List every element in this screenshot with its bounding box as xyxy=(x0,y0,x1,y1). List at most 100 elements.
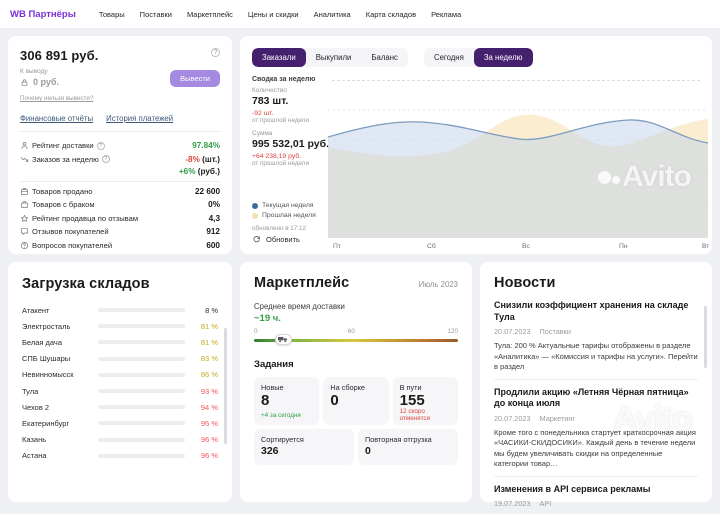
task-card-label: Повторная отгрузка xyxy=(364,435,432,444)
warehouse-load-bar xyxy=(98,421,185,426)
sum-note: от прошлой недели xyxy=(252,160,309,167)
nav-item-0[interactable]: Товары xyxy=(99,10,125,19)
warehouse-load-bar xyxy=(98,405,185,410)
stat-label: Рейтинг доставки xyxy=(32,141,94,151)
package-defect-icon xyxy=(20,200,32,209)
delivery-time-value: ~19 ч. xyxy=(254,313,281,324)
warehouse-row: Невинномысск 86 % xyxy=(22,367,218,383)
tab-period-0[interactable]: Сегодня xyxy=(423,48,474,67)
quantity-delta: -92 шт. xyxy=(252,110,274,117)
warehouse-name: СПБ Шушары xyxy=(22,354,71,364)
withdraw-button[interactable]: Вывести xyxy=(170,70,220,87)
warehouse-load-value: 8 % xyxy=(205,305,218,315)
x-axis-label: Пн xyxy=(619,243,628,250)
stat-label: Вопросов покупателей xyxy=(32,240,113,250)
news-item-title[interactable]: Продлили акцию «Летняя Чёрная пятница» д… xyxy=(494,387,698,410)
balance-link-1[interactable]: История платежей xyxy=(106,114,173,123)
warehouse-load-value: 81 % xyxy=(200,337,218,347)
x-axis-label: Сб xyxy=(427,243,436,250)
summary-title: Сводка за неделю xyxy=(252,76,316,83)
person-icon xyxy=(20,141,32,150)
stat-row-continuation: +6% (руб.) xyxy=(20,166,220,178)
task-card-label: Сортируется xyxy=(261,435,304,444)
warehouse-row: Белая дача 81 % xyxy=(22,334,218,350)
warehouse-load-value: 86 % xyxy=(200,370,218,380)
task-card-note: 12 скоро отменятся xyxy=(399,408,430,422)
to-withdraw-value: 0 руб. xyxy=(33,77,59,87)
task-card-value: 0 xyxy=(330,392,339,409)
stat-row: Заказов за неделю ? -8% (шт.) xyxy=(20,152,220,165)
warehouse-load-value: 81 % xyxy=(200,321,218,331)
news-item: Продлили акцию «Летняя Чёрная пятница» д… xyxy=(494,380,698,477)
tab-period-1[interactable]: За неделю xyxy=(473,48,533,67)
task-card-0: Новые 8 +4 за сегодня xyxy=(254,377,320,425)
warehouse-load-value: 96 % xyxy=(200,451,218,461)
wb-partners-logo[interactable]: WB Партнёры xyxy=(10,9,76,20)
warehouse-name: Чехов 2 xyxy=(22,402,50,412)
news-item-meta: 20.07.2023 Поставки xyxy=(494,327,698,336)
warehouse-load-bar xyxy=(98,356,185,361)
news-item-category: Маркетинг xyxy=(539,413,576,423)
news-item-title[interactable]: Изменения в API сервиса рекламы xyxy=(494,484,698,496)
stat-row: Товаров с браком 0% xyxy=(20,198,220,211)
nav-item-5[interactable]: Карта складов xyxy=(366,10,416,19)
warehouse-row: Чехов 2 94 % xyxy=(22,399,218,415)
star-icon xyxy=(20,214,32,223)
warehouse-name: Атакент xyxy=(22,305,50,315)
delivery-time-label: Среднее время доставки xyxy=(254,302,345,311)
warehouse-load-bar xyxy=(98,340,185,345)
divider xyxy=(20,131,220,132)
period-tabs: Сегодня За неделю xyxy=(423,48,533,67)
warehouse-load-panel: Загрузка складов Атакент 8 % Электростал… xyxy=(8,262,232,502)
updated-timestamp: обновлено в 17:12 xyxy=(252,225,307,232)
balance-panel: 306 891 руб. ? К выводу 0 руб. Почему не… xyxy=(8,36,232,254)
summary-tabs: Заказали Выкупили Баланс xyxy=(252,48,408,67)
warehouse-list: Атакент 8 % Электросталь 81 % Белая дача… xyxy=(22,302,218,464)
gauge-tick-0: 0 xyxy=(254,328,258,335)
warehouse-scrollbar[interactable] xyxy=(224,328,227,444)
balance-total: 306 891 руб. xyxy=(20,48,99,63)
marketplace-panel-title: Маркетплейс xyxy=(254,275,350,291)
tab-баланс[interactable]: Баланс xyxy=(361,48,408,67)
nav-item-6[interactable]: Реклама xyxy=(431,10,461,19)
x-axis-label: Пт xyxy=(333,243,341,250)
help-icon[interactable]: ? xyxy=(101,155,110,164)
warehouse-name: Астана xyxy=(22,451,47,461)
tab-выкупили[interactable]: Выкупили xyxy=(305,48,362,67)
package-sold-icon xyxy=(20,187,32,196)
stat-label: Рейтинг продавца по отзывам xyxy=(32,213,139,223)
warehouse-load-value: 95 % xyxy=(200,418,218,428)
news-scrollbar[interactable] xyxy=(704,306,707,368)
nav-item-1[interactable]: Поставки xyxy=(140,10,172,19)
stats-list: Рейтинг доставки ? 97.84% Заказов за нед… xyxy=(20,139,220,252)
refresh-button[interactable]: Обновить xyxy=(252,235,300,244)
quantity-note: от прошлой недели xyxy=(252,117,309,124)
balance-link-0[interactable]: Финансовые отчёты xyxy=(20,114,93,123)
task-card-value: 326 xyxy=(261,445,279,457)
to-withdraw-label: К выводу xyxy=(20,68,48,75)
warehouse-load-value: 96 % xyxy=(200,435,218,445)
warehouse-load-bar xyxy=(98,372,185,377)
news-panel-title: Новости xyxy=(494,275,556,291)
stat-row: Рейтинг продавца по отзывам 4,3 xyxy=(20,212,220,225)
help-icon[interactable]: ? xyxy=(96,141,105,150)
quantity-label: Количество xyxy=(252,87,287,94)
stat-value: 0% xyxy=(208,200,220,210)
tab-заказали[interactable]: Заказали xyxy=(252,48,306,67)
gauge-tick-60: 60 xyxy=(347,328,355,335)
nav-item-3[interactable]: Цены и скидки xyxy=(248,10,299,19)
legend-dot xyxy=(252,202,258,209)
why-cant-withdraw-link[interactable]: Почему нельзя вывести? xyxy=(20,95,93,102)
dashed-divider xyxy=(332,80,700,81)
stat-value: 4,3 xyxy=(208,213,220,223)
chart-info: Количество 783 шт. -92 шт. от прошлой не… xyxy=(252,87,332,173)
news-item: Снизили коэффициент хранения на складе Т… xyxy=(494,291,698,380)
help-icon[interactable]: ? xyxy=(211,48,220,57)
chat-icon xyxy=(20,227,32,236)
news-panel: Новости Снизили коэффициент хранения на … xyxy=(480,262,712,508)
nav-item-4[interactable]: Аналитика xyxy=(314,10,351,19)
news-item-title[interactable]: Снизили коэффициент хранения на складе Т… xyxy=(494,300,698,323)
delivery-time-gauge: 0 60 120 xyxy=(254,328,458,350)
stat-value: 600 xyxy=(206,240,220,250)
nav-item-2[interactable]: Маркетплейс xyxy=(187,10,233,19)
